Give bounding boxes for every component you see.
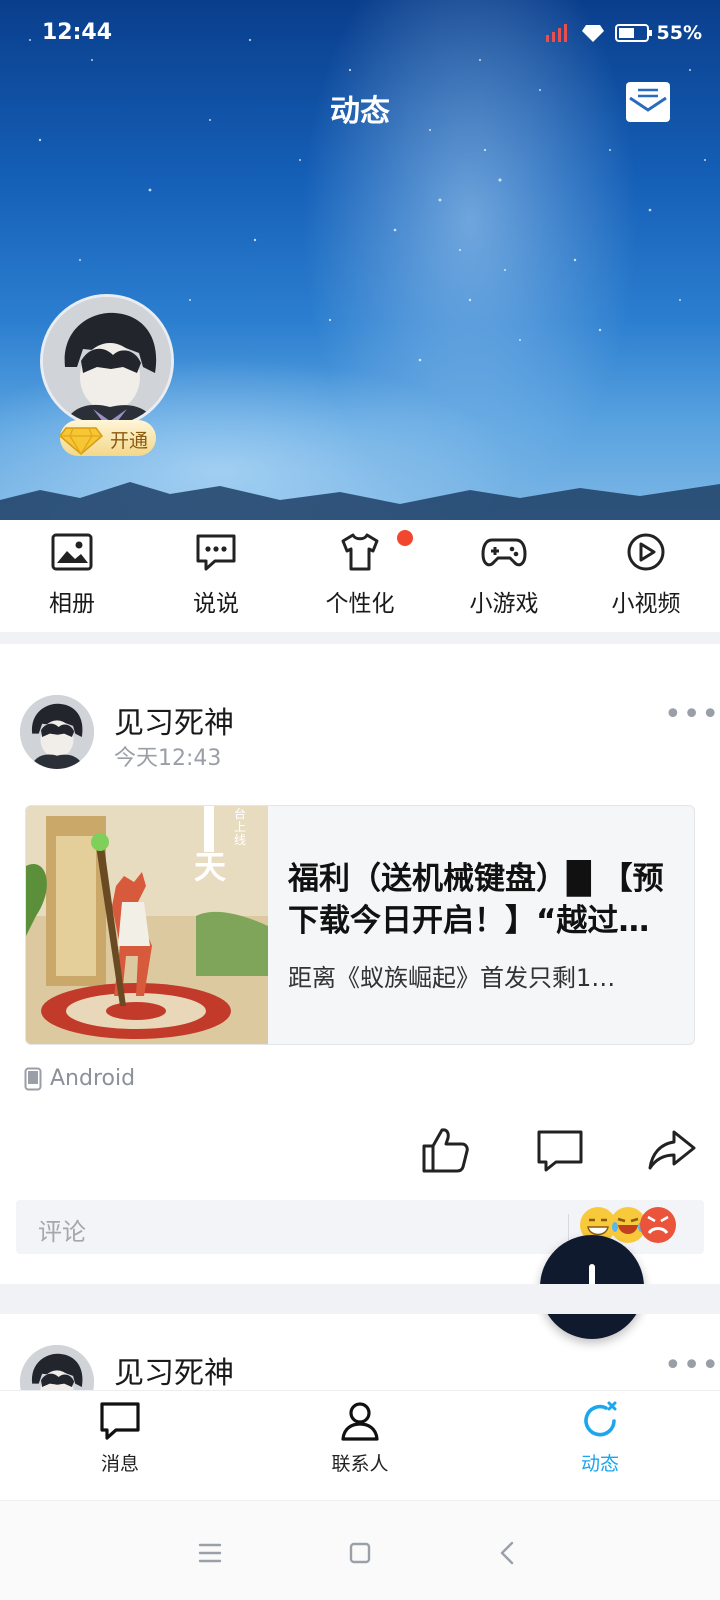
mail-icon [626, 82, 670, 122]
quick-action-shuoshuo[interactable]: 说说 [156, 532, 276, 628]
quick-action-personalize[interactable]: 个性化 [300, 532, 420, 628]
post-more-button[interactable]: ••• [664, 700, 720, 730]
home-icon[interactable] [342, 1535, 378, 1571]
mountains-silhouette [0, 482, 720, 520]
share-arrow-icon [648, 1130, 696, 1170]
device-label: Android [50, 1066, 136, 1091]
quick-action-shortvideo-label: 小视频 [611, 591, 681, 617]
quick-action-minigame-label: 小游戏 [469, 591, 539, 617]
nav-tab-feed-label: 动态 [580, 1453, 619, 1475]
quick-actions-bar: 相册 说说 个性化 小游戏 小视频 [0, 520, 720, 632]
post-device: Android [24, 1066, 135, 1091]
card-description: 距离《蚁族崛起》首发只剩1… [288, 964, 616, 992]
mail-button[interactable] [624, 80, 672, 126]
post-divider [0, 1284, 720, 1314]
quick-action-minigame[interactable]: 小游戏 [444, 532, 564, 628]
chat-bubble-dots-icon [196, 534, 236, 571]
angry-emoji-icon[interactable] [638, 1205, 678, 1245]
signal-icon [545, 24, 567, 42]
post-author-name[interactable]: 见习死神 [114, 698, 234, 742]
battery-icon [614, 24, 652, 42]
comment-button[interactable] [534, 1124, 586, 1176]
quick-action-shortvideo[interactable]: 小视频 [586, 532, 706, 628]
nav-tab-contacts[interactable]: 联系人 [300, 1399, 420, 1476]
game-art-image [26, 806, 268, 1044]
status-icons: 55% [545, 22, 702, 44]
quick-action-album-label: 相册 [49, 591, 95, 617]
nav-tab-messages-label: 消息 [100, 1453, 139, 1475]
comment-placeholder: 评论 [38, 1218, 86, 1246]
vip-diamond-status-icon [581, 25, 604, 42]
vip-open-badge[interactable]: 开通 [58, 420, 156, 456]
post-author-avatar[interactable] [20, 695, 94, 769]
message-icon [100, 1402, 140, 1440]
profile-avatar[interactable] [40, 294, 174, 428]
nav-tab-messages[interactable]: 消息 [60, 1399, 180, 1476]
phone-icon [24, 1067, 42, 1090]
vip-open-label: 开通 [110, 430, 149, 452]
feed-refresh-icon [584, 1401, 617, 1437]
post-author-name[interactable]: 见习死神 [114, 1348, 234, 1392]
gamepad-icon [481, 538, 527, 567]
menu-icon[interactable] [192, 1535, 228, 1571]
nav-tab-feed[interactable]: 动态 [540, 1399, 660, 1476]
card-title: 福利（送机械键盘）█ 【预下载今日开启！】“越过… [288, 861, 664, 939]
back-icon[interactable] [490, 1535, 526, 1571]
share-button[interactable] [646, 1124, 698, 1176]
battery-percent: 55% [656, 22, 702, 44]
quick-action-shuoshuo-label: 说说 [193, 591, 239, 617]
page-title: 动态 [330, 94, 390, 129]
comment-icon [537, 1130, 583, 1172]
quick-action-personalize-label: 个性化 [325, 591, 395, 617]
section-divider [0, 632, 720, 644]
status-time: 12:44 [42, 20, 113, 45]
status-bar: 12:44 55% [0, 0, 720, 68]
card-thumbnail: 天 台上线 [26, 806, 268, 1044]
personalize-notification-dot [397, 530, 413, 546]
avatar-image [43, 297, 171, 425]
thumbs-up-icon [422, 1128, 469, 1173]
nav-tab-contacts-label: 联系人 [331, 1453, 389, 1475]
like-button[interactable] [420, 1124, 472, 1176]
tshirt-icon [341, 533, 379, 571]
quick-action-album[interactable]: 相册 [12, 532, 132, 628]
photo-album-icon [51, 533, 93, 571]
avatar-image [20, 695, 94, 769]
card-thumbnail-caption: 天 [194, 848, 227, 886]
diamond-icon [58, 427, 104, 456]
bottom-navigation: 消息 联系人 动态 [0, 1390, 720, 1500]
post-more-button[interactable]: ••• [664, 1351, 720, 1381]
post-time: 今天12:43 [114, 746, 222, 771]
card-thumbnail-tag: 台上线 [234, 807, 247, 847]
play-circle-icon [627, 533, 665, 571]
system-navigation-bar [0, 1500, 720, 1600]
contacts-icon [341, 1402, 379, 1441]
shared-link-card[interactable]: 天 台上线 福利（送机械键盘）█ 【预下载今日开启！】“越过… 距离《蚁族崛起》… [25, 805, 695, 1045]
